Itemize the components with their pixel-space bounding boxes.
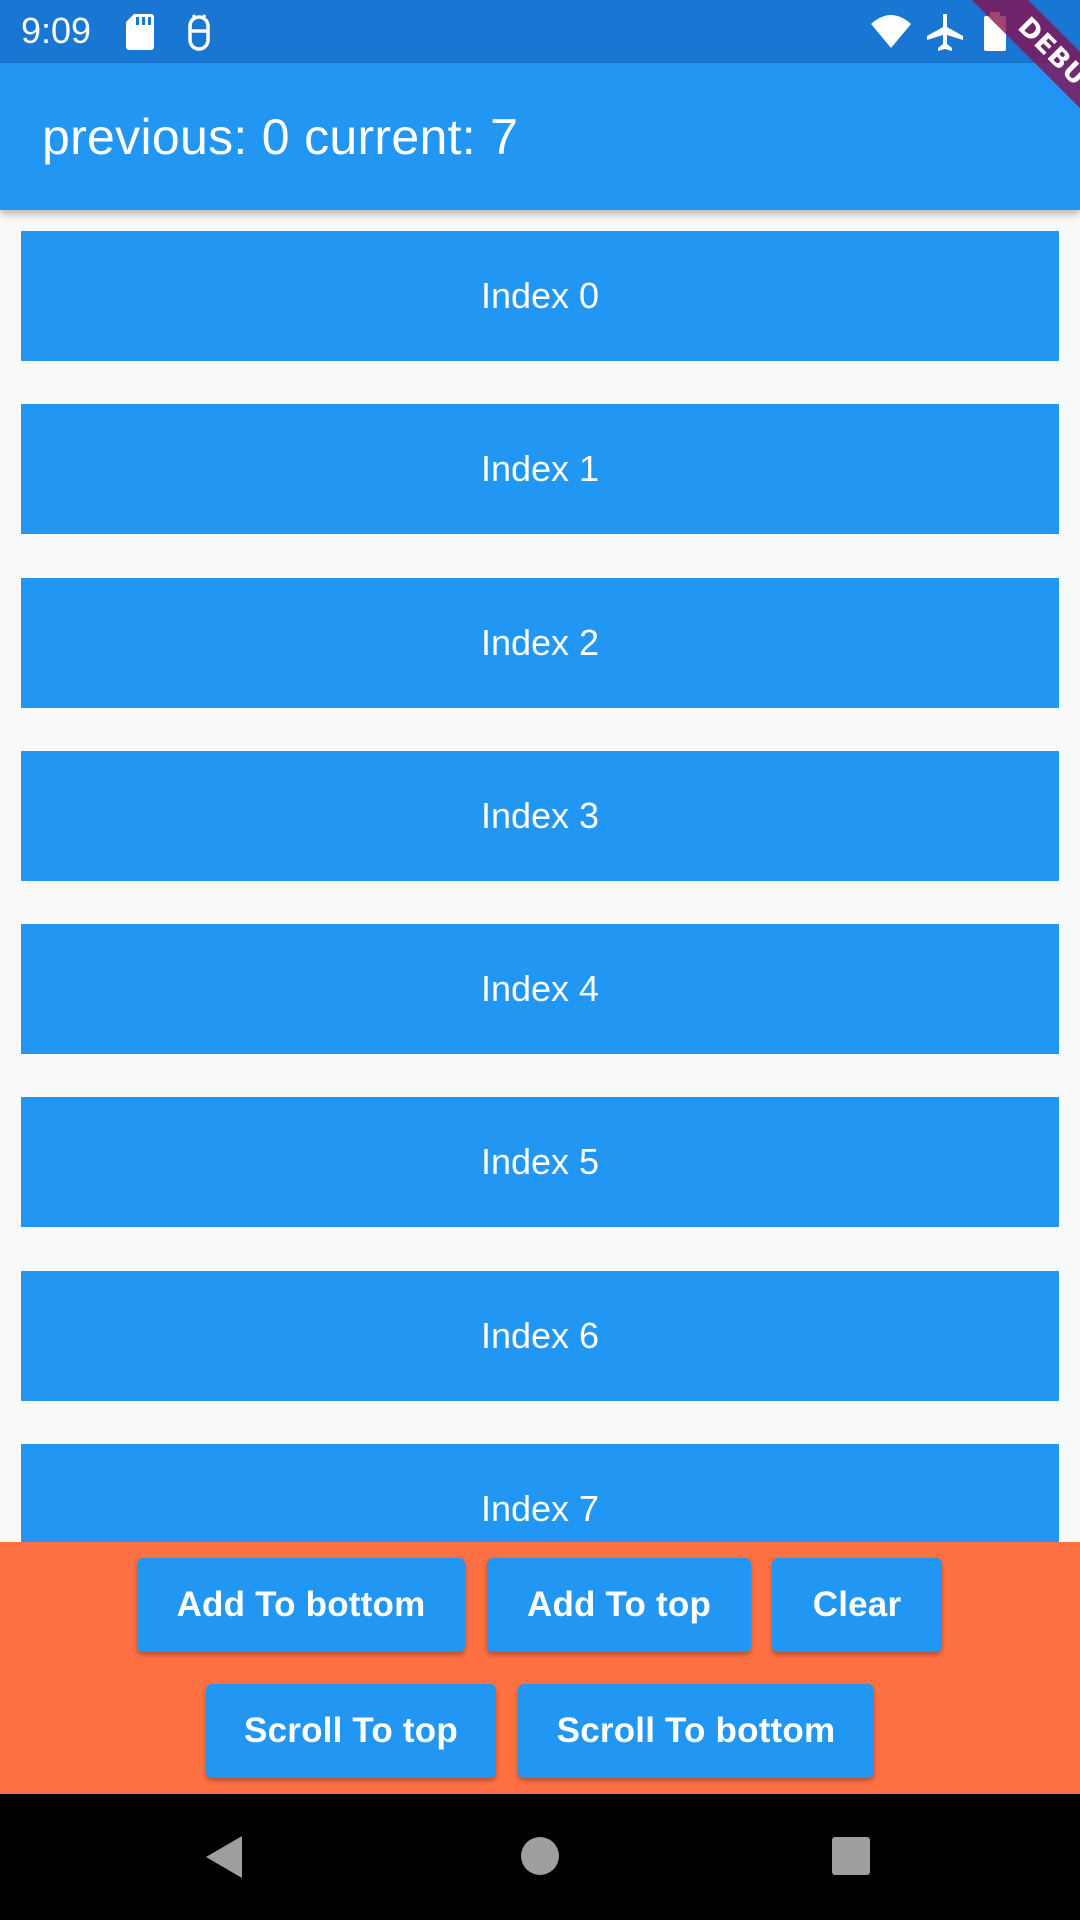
android-debug-icon bbox=[184, 12, 214, 52]
list-item[interactable]: Index 0 bbox=[21, 231, 1059, 361]
list-item[interactable]: Index 1 bbox=[21, 404, 1059, 534]
list-item[interactable]: Index 7 bbox=[21, 1444, 1059, 1542]
home-icon[interactable] bbox=[520, 1836, 560, 1881]
list-item[interactable]: Index 4 bbox=[21, 924, 1059, 1054]
action-panel: Add To bottom Add To top Clear Scroll To… bbox=[0, 1542, 1080, 1794]
status-time: 9:09 bbox=[21, 10, 92, 51]
wifi-icon bbox=[870, 12, 912, 52]
battery-icon bbox=[983, 12, 1007, 52]
add-to-bottom-button[interactable]: Add To bottom bbox=[137, 1558, 465, 1652]
sd-card-icon bbox=[125, 12, 155, 52]
screen: 9:09 previous: 0 current: 7 DEBUG Index … bbox=[0, 0, 1080, 1920]
list-item[interactable]: Index 5 bbox=[21, 1097, 1059, 1227]
list-item[interactable]: Index 3 bbox=[21, 751, 1059, 881]
status-bar: 9:09 bbox=[0, 0, 1080, 63]
index-list[interactable]: Index 0 Index 1 Index 2 Index 3 Index 4 … bbox=[0, 210, 1080, 1542]
system-nav-bar bbox=[0, 1794, 1080, 1920]
scroll-to-top-button[interactable]: Scroll To top bbox=[206, 1684, 496, 1778]
list-item[interactable]: Index 6 bbox=[21, 1271, 1059, 1401]
page-title: previous: 0 current: 7 bbox=[42, 109, 519, 165]
recents-icon[interactable] bbox=[831, 1836, 871, 1881]
airplane-mode-icon bbox=[925, 12, 965, 52]
list-item[interactable]: Index 2 bbox=[21, 578, 1059, 708]
back-icon[interactable] bbox=[204, 1834, 244, 1885]
scroll-to-bottom-button[interactable]: Scroll To bottom bbox=[518, 1684, 874, 1778]
app-bar: previous: 0 current: 7 bbox=[0, 63, 1080, 210]
clear-button[interactable]: Clear bbox=[772, 1558, 942, 1652]
add-to-top-button[interactable]: Add To top bbox=[487, 1558, 751, 1652]
